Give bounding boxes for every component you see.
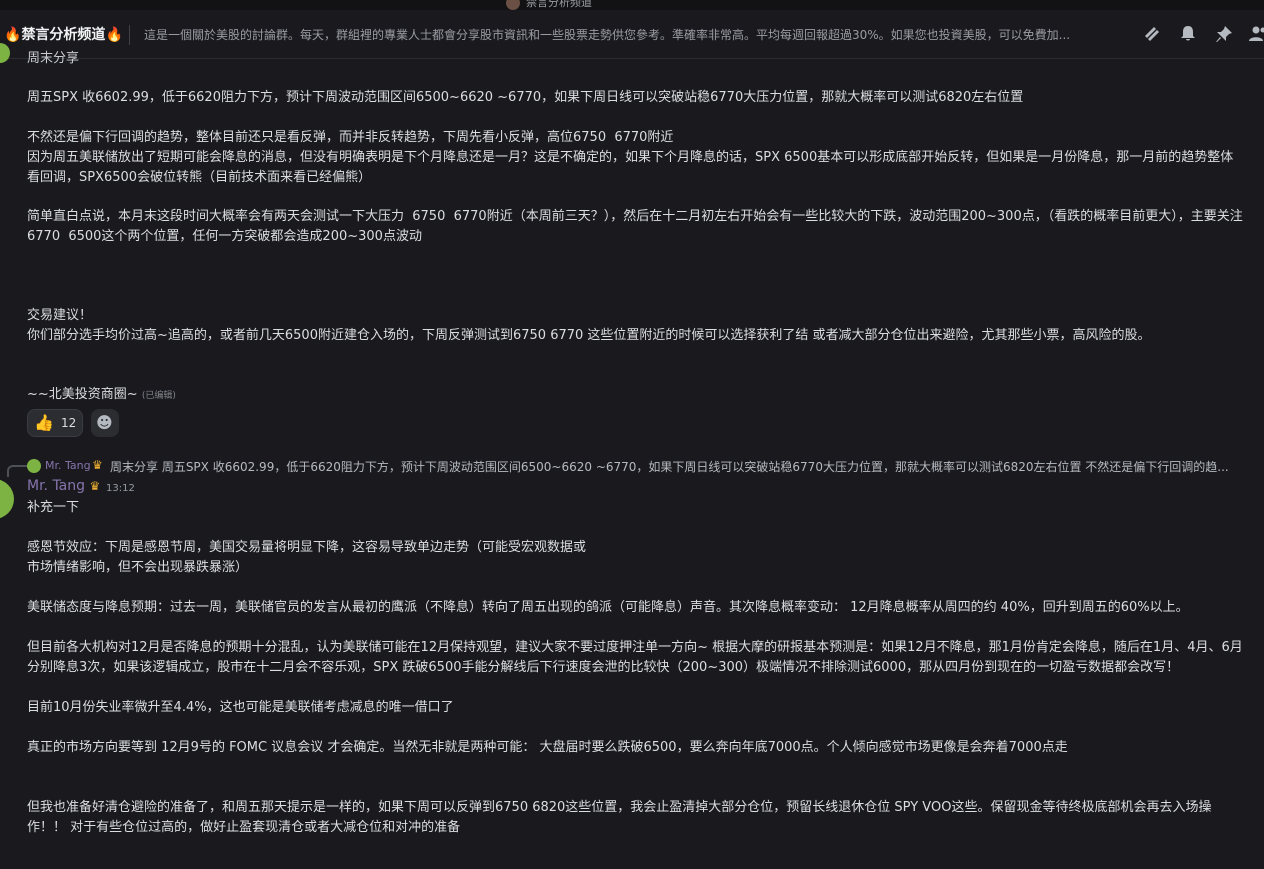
reaction-count: 12 <box>61 416 77 430</box>
message-author[interactable]: Mr. Tang ♛ <box>27 478 100 494</box>
message-line: 周五SPX 收6602.99，低于6620阻力下方，预计下周波动范围区间6500… <box>27 90 1024 105</box>
pin-icon[interactable] <box>1214 24 1236 46</box>
smiley-icon: ☻ <box>96 413 113 432</box>
add-reaction-button[interactable]: ☻ <box>91 409 119 437</box>
reaction-thumbs-up[interactable]: 👍 12 <box>27 409 83 437</box>
message-body: 补充一下 感恩节效应：下周是感恩节周，美国交易量将明显下降，这容易导致单边走势（… <box>27 500 1243 835</box>
members-icon[interactable] <box>1248 24 1264 46</box>
reply-preview: 周末分享 周五SPX 收6602.99，低于6620阻力下方，预计下周波动范围区… <box>110 460 1229 474</box>
reply-reference[interactable]: Mr. Tang ♛ 周末分享 周五SPX 收6602.99，低于6620阻力下… <box>0 458 1264 476</box>
edited-label: (已编辑) <box>141 391 176 401</box>
crown-icon: ♛ <box>92 458 103 472</box>
crown-icon: ♛ <box>89 479 101 493</box>
fire-icon: 🔥 <box>4 27 22 43</box>
author-avatar[interactable] <box>0 479 14 519</box>
bell-icon[interactable] <box>1178 24 1200 46</box>
message-fragment: 周末分享 <box>27 51 80 66</box>
reply-author[interactable]: Mr. Tang <box>45 459 91 472</box>
threads-icon[interactable] <box>1142 24 1164 46</box>
window-title: 禁言分析频道 <box>506 0 592 10</box>
thumbs-up-icon: 👍 <box>34 413 54 432</box>
server-avatar <box>506 0 520 10</box>
message-line: 你们部分选手均价过高~追高的，或者前几天6500附近建仓入场的，下周反弹测试到6… <box>27 328 1151 343</box>
message-line: 因为周五美联储放出了短期可能会降息的消息，但没有明确表明是下个月降息还是一月？这… <box>27 150 1234 185</box>
channel-topic[interactable]: 這是一個關於美股的討論群。每天，群組裡的專業人士都會分享股市資訊和一些股票走勢供… <box>144 26 1124 43</box>
message-line: 不然还是偏下行回调的趋势，整体目前还只是看反弹，而并非反转趋势，下周先看小反弹，… <box>27 130 674 145</box>
channel-name[interactable]: 🔥禁言分析频道🔥 <box>4 24 123 44</box>
fire-icon: 🔥 <box>105 27 123 43</box>
message-signature: ~~北美投资商圈~ (已编辑) <box>27 387 176 402</box>
message-timestamp: 13:12 <box>106 483 135 494</box>
message-line: 简单直白点说，本月末这段时间大概率会有两天会测试一下大压力 6750 6770附… <box>27 209 1243 244</box>
message-line: 交易建议！ <box>27 308 93 323</box>
window-titlebar: 禁言分析频道 <box>0 0 1264 10</box>
header-divider <box>129 25 130 45</box>
